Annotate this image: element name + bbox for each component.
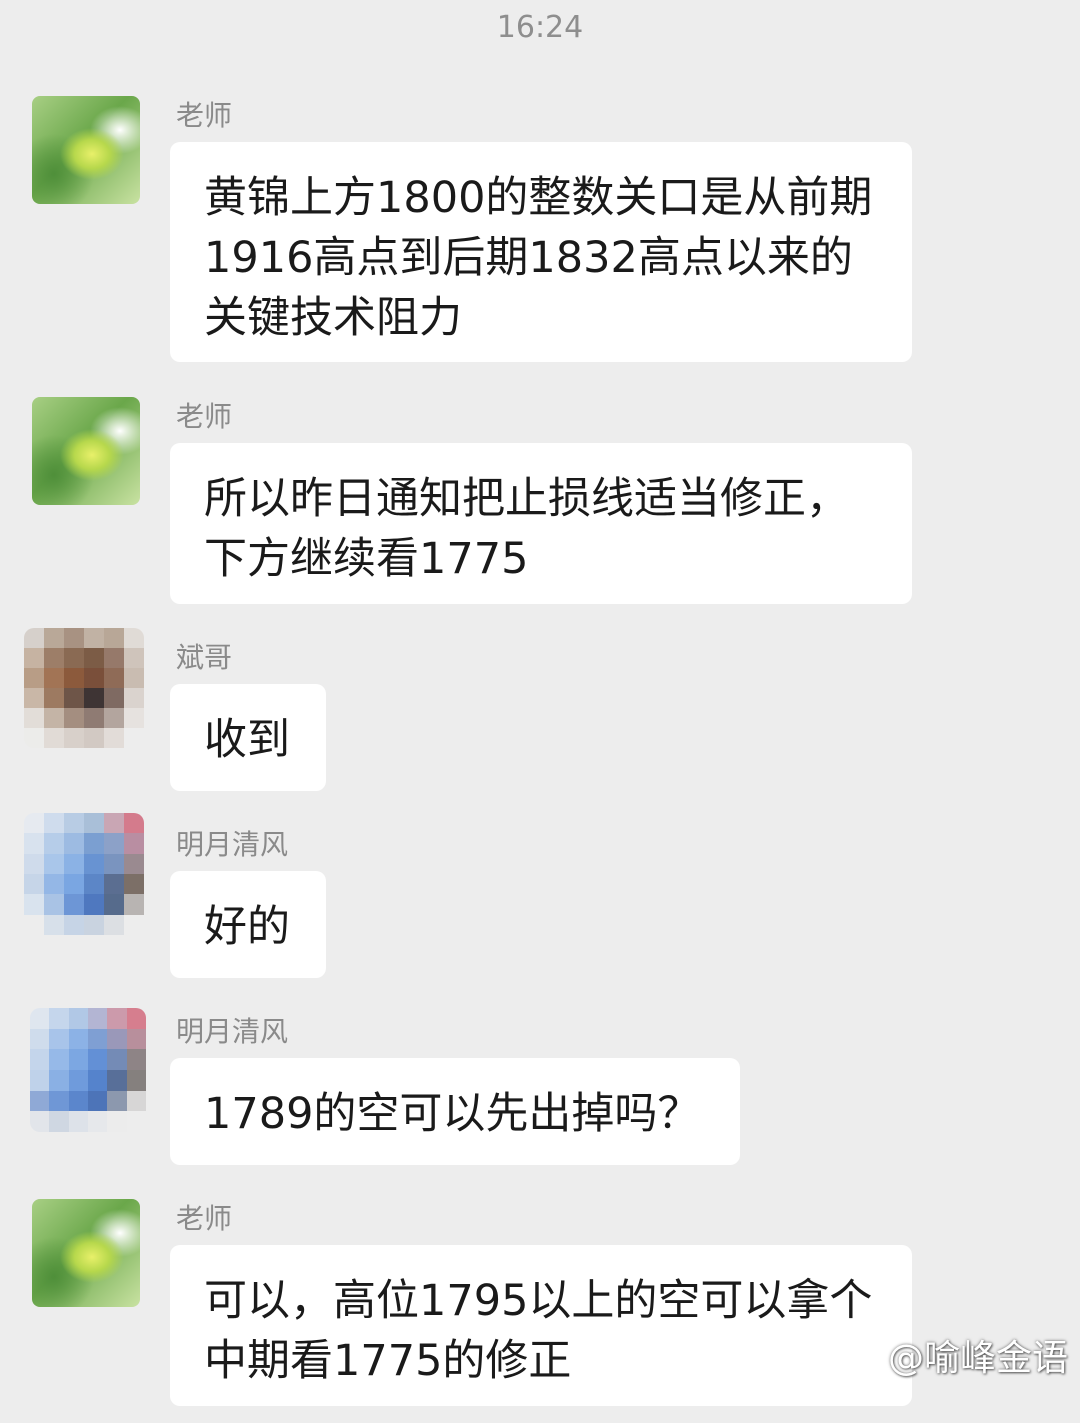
message-row: 老师 所以昨日通知把止损线适当修正，下方继续看1775 (0, 397, 1080, 607)
sender-name: 老师 (176, 400, 233, 433)
sender-name: 明月清风 (176, 828, 289, 861)
message-bubble[interactable]: 可以，高位1795以上的空可以拿个中期看1775的修正 (170, 1245, 912, 1406)
sender-name: 老师 (176, 1202, 233, 1235)
watermark: @喻峰金语 (887, 1338, 1068, 1379)
message-bubble[interactable]: 黄锦上方1800的整数关口是从前期1916高点到后期1832高点以来的关键技术阻… (170, 142, 912, 362)
message-row: 明月清风 好的 (0, 813, 1080, 981)
message-bubble[interactable]: 好的 (170, 871, 326, 978)
avatar[interactable] (32, 397, 140, 505)
sender-name: 老师 (176, 99, 233, 132)
message-bubble[interactable]: 收到 (170, 684, 326, 791)
avatar[interactable] (32, 1199, 140, 1307)
message-row: 斌哥 收到 (0, 628, 1080, 794)
message-bubble[interactable]: 所以昨日通知把止损线适当修正，下方继续看1775 (170, 443, 912, 604)
avatar[interactable] (24, 628, 144, 748)
message-row: 老师 可以，高位1795以上的空可以拿个中期看1775的修正 (0, 1199, 1080, 1419)
message-row: 老师 黄锦上方1800的整数关口是从前期1916高点到后期1832高点以来的关键… (0, 96, 1080, 366)
avatar[interactable] (30, 1008, 146, 1132)
avatar[interactable] (32, 96, 140, 204)
sender-name: 斌哥 (176, 641, 233, 674)
message-bubble[interactable]: 1789的空可以先出掉吗？ (170, 1058, 740, 1165)
timestamp: 16:24 (496, 10, 584, 45)
message-row: 明月清风 1789的空可以先出掉吗？ (0, 1008, 1080, 1168)
avatar[interactable] (24, 813, 144, 935)
sender-name: 明月清风 (176, 1015, 289, 1048)
